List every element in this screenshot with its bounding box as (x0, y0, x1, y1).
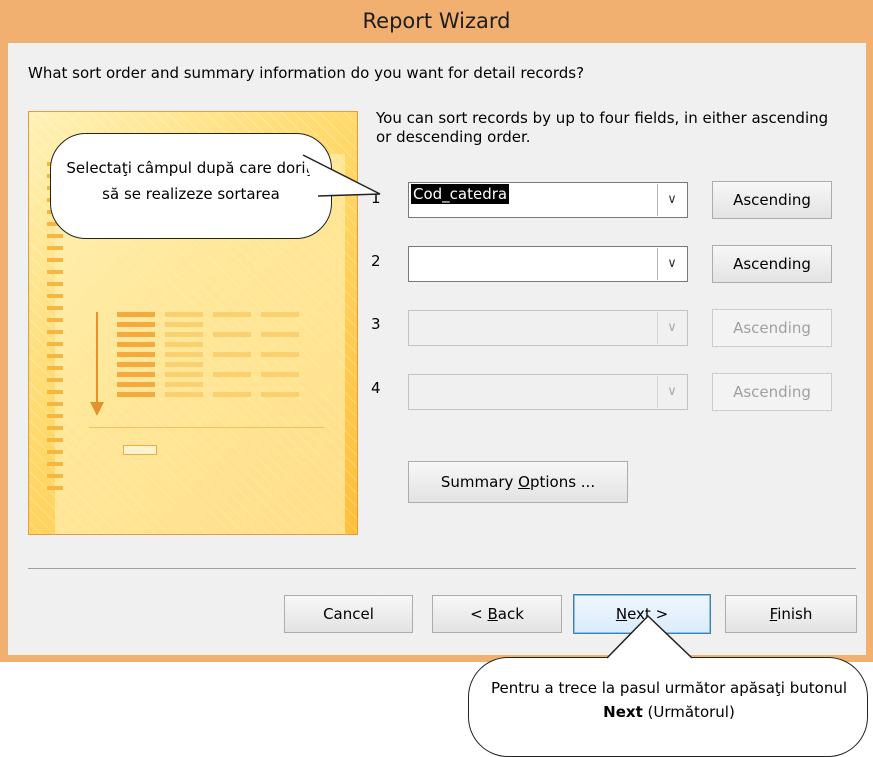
question-text: What sort order and summary information … (28, 64, 585, 82)
sort-hint-text: You can sort records by up to four field… (376, 109, 829, 146)
summary-options-button[interactable]: Summary Options ... (408, 461, 628, 503)
sort-field-callout: Selectaţi câmpul după care doriţi să se … (50, 133, 332, 239)
sort-field-combo-4: ∨ (408, 374, 688, 410)
chevron-down-icon: ∨ (657, 312, 686, 344)
chevron-down-icon[interactable]: ∨ (657, 248, 686, 280)
sort-field-value (411, 248, 415, 268)
sort-field-value: Cod_catedra (411, 184, 510, 204)
sort-order-button-4: Ascending (712, 373, 832, 411)
chevron-down-icon[interactable]: ∨ (657, 184, 686, 216)
sort-field-value (411, 376, 415, 396)
next-button-callout-text: Pentru a trece la pasul următor apăsaţi … (490, 679, 848, 721)
sort-order-button-2[interactable]: Ascending (712, 245, 832, 283)
chevron-down-icon: ∨ (657, 376, 686, 408)
back-button[interactable]: < Back (432, 595, 562, 633)
sort-field-combo-2[interactable]: ∨ (408, 246, 688, 282)
finish-button[interactable]: Finish (725, 595, 857, 633)
sort-field-value (411, 312, 415, 332)
sort-field-combo-1[interactable]: Cod_catedra ∨ (408, 182, 688, 218)
sort-row-number: 3 (371, 315, 381, 333)
sort-field-combo-3: ∨ (408, 310, 688, 346)
cancel-button[interactable]: Cancel (284, 595, 413, 633)
sort-order-button-1[interactable]: Ascending (712, 181, 832, 219)
sort-row-number: 2 (371, 252, 381, 270)
next-button-callout: Pentru a trece la pasul următor apăsaţi … (468, 657, 868, 757)
sort-arrow-icon (96, 312, 98, 407)
sort-row-number: 1 (371, 189, 381, 207)
sort-field-callout-text: Selectaţi câmpul după care doriţi să se … (66, 159, 316, 203)
separator (28, 568, 856, 569)
next-button[interactable]: Next > (573, 594, 711, 634)
window-title: Report Wizard (362, 9, 511, 33)
arrow-down-icon (90, 402, 104, 416)
sort-row-number: 4 (371, 379, 381, 397)
sort-order-button-3: Ascending (712, 309, 832, 347)
